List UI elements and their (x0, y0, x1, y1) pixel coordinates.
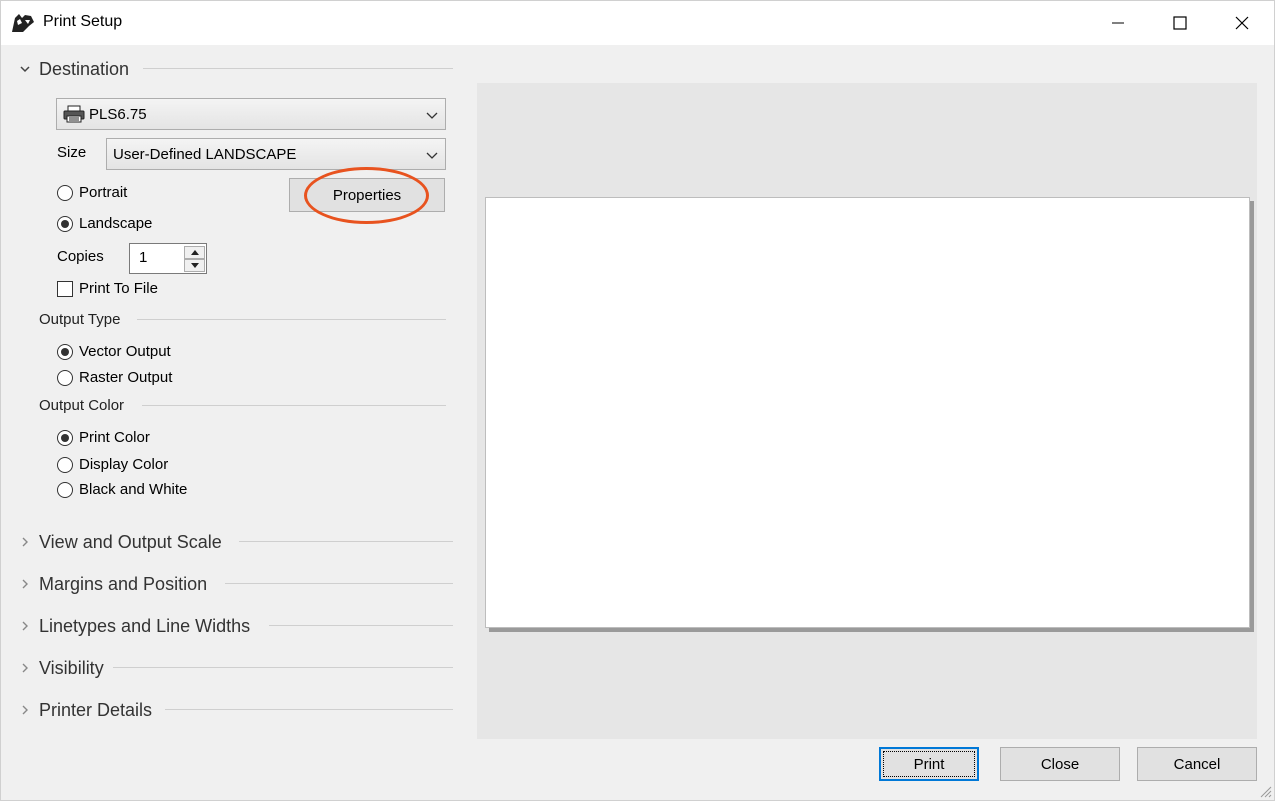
paper-preview (485, 197, 1250, 628)
close-button[interactable]: Close (1000, 747, 1120, 781)
printer-select-value: PLS6.75 (89, 105, 147, 123)
section-view-output-scale[interactable]: View and Output Scale (15, 530, 222, 554)
section-destination-label: Destination (39, 58, 130, 79)
close-icon (1235, 16, 1249, 30)
chevron-down-icon (426, 112, 438, 119)
landscape-radio[interactable] (57, 216, 73, 232)
chevron-down-icon (15, 59, 35, 79)
section-printer-details[interactable]: Printer Details (15, 698, 152, 722)
maximize-button[interactable] (1148, 1, 1212, 45)
section-label: Visibility (39, 657, 104, 678)
printer-icon (63, 105, 85, 123)
window-title: Print Setup (43, 13, 123, 30)
close-window-button[interactable] (1210, 1, 1274, 45)
section-divider (143, 68, 453, 69)
section-visibility[interactable]: Visibility (15, 656, 104, 680)
section-label: Margins and Position (39, 573, 208, 594)
section-label: Linetypes and Line Widths (39, 615, 251, 636)
print-to-file-label[interactable]: Print To File (79, 280, 158, 297)
print-button-label: Print (913, 755, 945, 773)
section-divider (239, 541, 453, 542)
black-white-radio[interactable] (57, 482, 73, 498)
print-button[interactable]: Print (879, 747, 979, 781)
section-divider (113, 667, 453, 668)
landscape-label[interactable]: Landscape (79, 215, 152, 232)
copies-stepper[interactable]: 1 (129, 243, 207, 274)
section-label: Printer Details (39, 699, 153, 720)
vector-output-label[interactable]: Vector Output (79, 343, 171, 360)
print-setup-dialog: Print Setup Destination PLS6.75 Size Use… (0, 0, 1275, 801)
print-to-file-checkbox[interactable] (57, 281, 73, 297)
section-divider (142, 405, 446, 406)
close-button-label: Close (1040, 755, 1080, 773)
print-color-radio[interactable] (57, 430, 73, 446)
cancel-button-label: Cancel (1173, 755, 1221, 773)
raster-output-label[interactable]: Raster Output (79, 369, 172, 386)
section-divider (137, 319, 446, 320)
chevron-right-icon (15, 574, 35, 594)
output-color-heading: Output Color (39, 397, 125, 414)
chevron-down-icon (426, 152, 438, 159)
section-divider (225, 583, 453, 584)
highlight-circle (304, 167, 429, 224)
copies-decrement-button[interactable] (184, 259, 205, 272)
display-color-label[interactable]: Display Color (79, 456, 168, 473)
cancel-button[interactable]: Cancel (1137, 747, 1257, 781)
maximize-icon (1173, 16, 1187, 30)
portrait-label[interactable]: Portrait (79, 184, 127, 201)
chevron-right-icon (15, 616, 35, 636)
black-white-label[interactable]: Black and White (79, 481, 187, 498)
title-bar[interactable]: Print Setup (1, 1, 1274, 45)
rhino-app-icon (12, 14, 34, 32)
arrow-up-icon (190, 250, 199, 255)
raster-output-radio[interactable] (57, 370, 73, 386)
copies-label: Copies (57, 248, 104, 265)
portrait-radio[interactable] (57, 185, 73, 201)
resize-grip-icon[interactable] (1258, 784, 1272, 798)
section-divider (165, 709, 453, 710)
size-label: Size (57, 144, 87, 161)
arrow-down-icon (190, 263, 199, 268)
section-label: View and Output Scale (39, 531, 222, 552)
size-select-value: User-Defined LANDSCAPE (113, 145, 297, 163)
minimize-button[interactable] (1086, 1, 1150, 45)
chevron-right-icon (15, 700, 35, 720)
vector-output-radio[interactable] (57, 344, 73, 360)
printer-select[interactable]: PLS6.75 (56, 98, 446, 130)
copies-increment-button[interactable] (184, 246, 205, 259)
section-margins-position[interactable]: Margins and Position (15, 572, 207, 596)
copies-value[interactable]: 1 (139, 249, 147, 266)
size-select[interactable]: User-Defined LANDSCAPE (106, 138, 446, 170)
chevron-right-icon (15, 658, 35, 678)
print-color-label[interactable]: Print Color (79, 429, 150, 446)
section-linetypes-widths[interactable]: Linetypes and Line Widths (15, 614, 250, 638)
section-divider (269, 625, 453, 626)
minimize-icon (1112, 22, 1124, 24)
display-color-radio[interactable] (57, 457, 73, 473)
chevron-right-icon (15, 532, 35, 552)
output-type-heading: Output Type (39, 311, 121, 328)
section-destination[interactable]: Destination (15, 57, 129, 81)
